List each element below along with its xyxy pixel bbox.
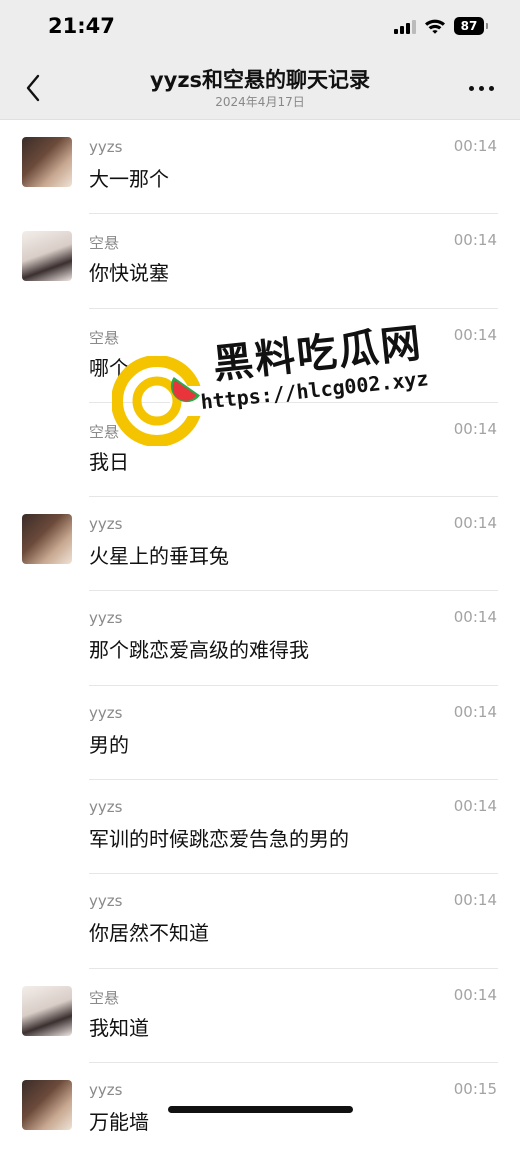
sender-name: 空悬 (89, 234, 120, 253)
avatar[interactable] (22, 985, 72, 1036)
message-item[interactable]: yyzs 00:14 火星上的垂耳兔 (0, 497, 520, 592)
message-item[interactable]: yyzs 00:14 男的 (0, 686, 520, 781)
message-item[interactable]: yyzs 00:14 大一那个 (0, 120, 520, 215)
sender-name: yyzs (89, 515, 123, 534)
message-text: 我日 (89, 449, 129, 474)
message-time: 00:14 (453, 231, 497, 250)
home-indicator[interactable] (168, 1106, 353, 1113)
message-text: 大一那个 (89, 167, 169, 191)
sender-name: 空悬 (89, 422, 120, 441)
message-time: 00:14 (453, 419, 497, 438)
message-item[interactable]: 空悬 00:14 你快说塞 (0, 214, 520, 309)
avatar[interactable] (22, 514, 72, 565)
wifi-icon (425, 19, 445, 34)
signal-icon (394, 18, 416, 34)
message-time: 00:15 (453, 1079, 497, 1098)
battery-icon: 87 (454, 17, 488, 35)
status-time: 21:47 (48, 14, 115, 38)
message-item[interactable]: 空悬 00:14 哪个 (0, 309, 520, 403)
sender-name: yyzs (89, 892, 123, 911)
sender-name: yyzs (89, 138, 123, 156)
message-text: 军训的时候跳恋爱告急的男的 (89, 827, 349, 852)
avatar[interactable] (22, 1079, 72, 1130)
avatar[interactable] (22, 231, 72, 282)
message-item[interactable]: 空悬 00:14 我知道 (0, 969, 520, 1063)
sender-name: yyzs (89, 703, 123, 722)
message-time: 00:14 (453, 325, 497, 344)
message-list[interactable]: yyzs 00:14 大一那个 空悬 00:14 你快说塞 空悬 00:14 哪… (0, 120, 520, 1157)
message-time: 00:14 (453, 702, 497, 721)
message-item[interactable]: yyzs 00:14 你居然不知道 (0, 874, 520, 969)
message-item[interactable]: yyzs 00:14 军训的时候跳恋爱告急的男的 (0, 780, 520, 875)
message-text: 万能墙 (89, 1109, 149, 1134)
message-text: 你居然不知道 (89, 921, 209, 946)
sender-name: 空悬 (89, 988, 120, 1007)
more-button[interactable] (466, 76, 496, 100)
sender-name: yyzs (89, 798, 123, 817)
status-icons: 87 (394, 17, 488, 35)
message-time: 00:14 (453, 797, 497, 816)
message-text: 哪个 (89, 355, 129, 380)
sender-name: yyzs (89, 609, 123, 628)
page-subtitle: 2024年4月17日 (215, 95, 305, 109)
message-text: 火星上的垂耳兔 (89, 544, 229, 569)
nav-bar: yyzs和空悬的聊天记录 2024年4月17日 (0, 56, 520, 120)
message-item[interactable]: yyzs 00:14 那个跳恋爱高级的难得我 (0, 591, 520, 686)
more-dots-icon (468, 85, 474, 91)
avatar[interactable] (22, 137, 72, 187)
message-time: 00:14 (453, 514, 497, 533)
sender-name: yyzs (89, 1080, 123, 1099)
message-text: 男的 (89, 732, 129, 757)
sender-name: 空悬 (89, 328, 120, 347)
message-time: 00:14 (453, 891, 497, 910)
message-text: 你快说塞 (89, 261, 169, 286)
page-title: yyzs和空悬的聊天记录 (149, 68, 371, 92)
message-text: 我知道 (89, 1015, 149, 1040)
message-item[interactable]: 空悬 00:14 我日 (0, 403, 520, 498)
message-text: 那个跳恋爱高级的难得我 (89, 638, 309, 663)
message-time: 00:14 (453, 985, 497, 1004)
message-time: 00:14 (453, 608, 497, 627)
battery-level: 87 (460, 19, 478, 33)
message-time: 00:14 (453, 137, 497, 155)
status-bar: 21:47 87 (0, 0, 520, 56)
